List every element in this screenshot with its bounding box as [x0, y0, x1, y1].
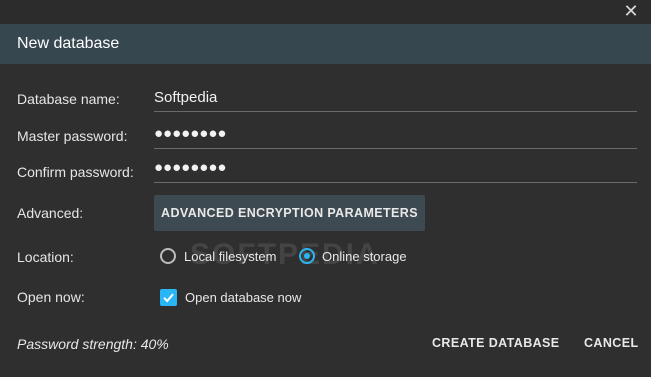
confirm-password-value: ●●●●●●●●	[154, 159, 227, 176]
master-password-value: ●●●●●●●●	[154, 125, 227, 142]
advanced-label: Advanced:	[17, 205, 84, 221]
checkmark-icon	[163, 293, 174, 303]
master-password-field[interactable]: ●●●●●●●●	[154, 124, 637, 149]
radio-local-filesystem-label[interactable]: Local filesystem	[184, 249, 276, 264]
database-name-value: Softpedia	[154, 89, 218, 106]
dialog-header: New database	[0, 24, 651, 64]
master-password-label: Master password:	[17, 128, 128, 144]
radio-online-storage-label[interactable]: Online storage	[322, 249, 407, 264]
confirm-password-label: Confirm password:	[17, 164, 134, 180]
open-now-checkbox-label[interactable]: Open database now	[185, 290, 301, 305]
close-icon[interactable]: ✕	[623, 2, 639, 20]
create-database-button[interactable]: CREATE DATABASE	[432, 336, 560, 350]
open-now-checkbox[interactable]	[160, 289, 177, 306]
database-name-label: Database name:	[17, 91, 120, 107]
window-titlebar: ✕	[0, 0, 651, 24]
confirm-password-field[interactable]: ●●●●●●●●	[154, 158, 637, 183]
location-label: Location:	[17, 249, 74, 265]
advanced-encryption-button[interactable]: ADVANCED ENCRYPTION PARAMETERS	[154, 195, 425, 231]
dialog-title: New database	[17, 35, 120, 52]
open-now-label: Open now:	[17, 289, 85, 305]
radio-local-filesystem[interactable]	[160, 248, 176, 264]
radio-online-storage[interactable]	[299, 248, 315, 264]
password-strength-text: Password strength: 40%	[17, 336, 169, 352]
cancel-button[interactable]: CANCEL	[584, 336, 638, 350]
radio-selected-dot	[304, 253, 310, 259]
database-name-field[interactable]: Softpedia	[154, 87, 637, 112]
